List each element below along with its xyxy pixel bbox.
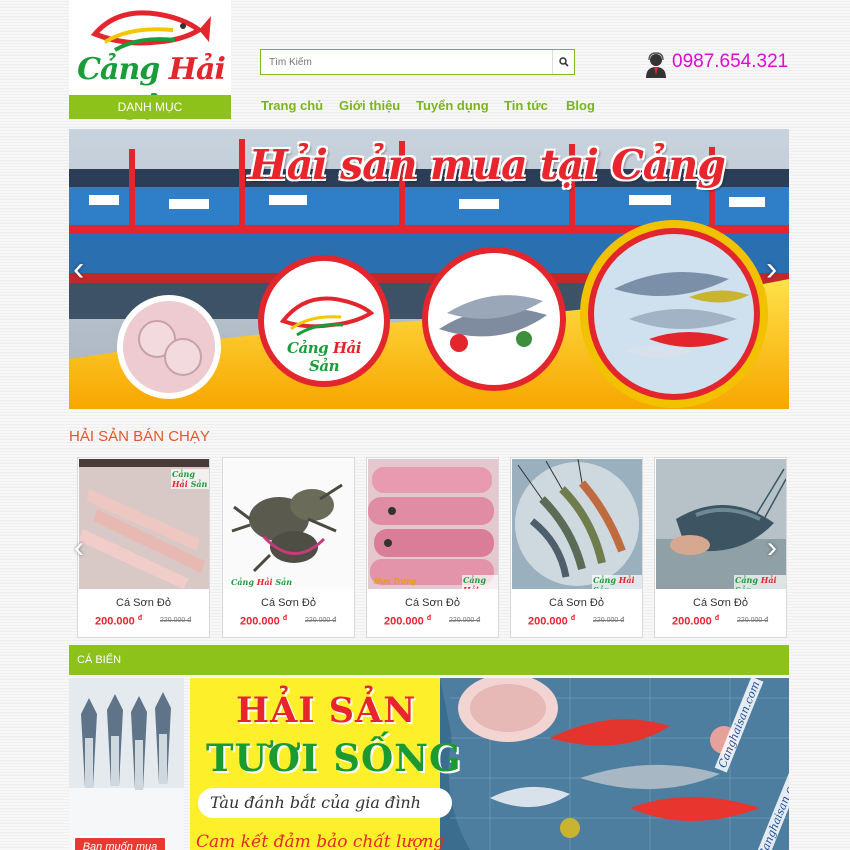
nav-item-about[interactable]: Giới thiệu	[339, 98, 400, 113]
bestsellers-title: HẢI SẢN BÁN CHẠY	[69, 428, 210, 445]
category-promo-banner[interactable]: HẢI SẢN TƯƠI SỐNG Tàu đánh bắt của gia đ…	[190, 678, 789, 850]
promo-subheadline: TƯƠI SỐNG	[206, 736, 462, 780]
product-name[interactable]: Cá Sơn Đỏ	[367, 597, 498, 609]
product-old-price: 220.000 đ	[593, 617, 625, 624]
product-card[interactable]: Cảng Hải Sản Cá Sơn Đỏ 200.000 đ 220.000…	[222, 457, 355, 638]
product-card[interactable]: Cảng Hải Sản Cá Sơn Đỏ 200.000 đ 220.000…	[510, 457, 643, 638]
category-menu-button[interactable]: DANH MỤC	[69, 95, 231, 119]
product-image[interactable]: Mực Trứng Cảng Hải Sản	[368, 459, 498, 589]
category-bar[interactable]: CÁ BIỂN	[69, 645, 789, 675]
product-name[interactable]: Cá Sơn Đỏ	[511, 597, 642, 609]
product-card[interactable]: Cảng Hải Sản Cá Sơn Đỏ 200.000 đ 220.000…	[77, 457, 210, 638]
nav-item-home[interactable]: Trang chủ	[261, 98, 323, 113]
product-name[interactable]: Cá Sơn Đỏ	[78, 597, 209, 609]
search-icon	[558, 57, 569, 67]
product-price: 200.000 đ	[528, 615, 576, 628]
banner-headline: Hải sản mua tại Cảng	[249, 141, 726, 189]
search-input[interactable]	[261, 50, 551, 74]
product-old-price: 220.000 đ	[737, 617, 769, 624]
product-old-price: 220.000 đ	[160, 617, 192, 624]
hotline-number[interactable]: 0987.654.321	[672, 50, 788, 74]
banner-prev-arrow[interactable]: ‹	[73, 249, 84, 289]
carousel-prev-arrow[interactable]: ‹	[74, 528, 84, 568]
search-box	[260, 49, 575, 75]
product-name[interactable]: Cá Sơn Đỏ	[655, 597, 786, 609]
product-watermark: Cảng Hải Sản	[230, 577, 294, 587]
product-name[interactable]: Cá Sơn Đỏ	[223, 597, 354, 609]
product-watermark: Cảng Hải Sản	[462, 575, 498, 589]
nav-item-careers[interactable]: Tuyển dụng	[416, 98, 489, 113]
promo-guarantee: Cam kết đảm bảo chất lượng	[196, 832, 445, 850]
product-watermark: Cảng Hải Sản	[171, 469, 209, 489]
search-button[interactable]	[552, 50, 574, 74]
bestsellers-carousel: Cảng Hải Sản Cá Sơn Đỏ 200.000 đ 220.000…	[77, 457, 787, 638]
product-image[interactable]: Cảng Hải Sản	[656, 459, 786, 589]
product-card[interactable]: Mực Trứng Cảng Hải Sản Cá Sơn Đỏ 200.000…	[366, 457, 499, 638]
product-price: 200.000 đ	[672, 615, 720, 628]
fish-logo-icon	[90, 10, 211, 52]
product-label: Mực Trứng	[374, 577, 417, 586]
nav-item-news[interactable]: Tin tức	[504, 98, 548, 113]
user-support-icon	[646, 52, 666, 78]
product-price: 200.000 đ	[95, 615, 143, 628]
hero-banner[interactable]: Hải sản mua tại Cảng Cảng Hải Sản ‹ ›	[69, 129, 789, 409]
product-watermark: Cảng Hải Sản	[592, 575, 642, 589]
banner-logo-text: Cảng Hải Sản	[287, 339, 361, 375]
promo-tagline: Tàu đánh bắt của gia đình	[198, 788, 452, 818]
carousel-next-arrow[interactable]: ›	[767, 528, 777, 568]
product-price: 200.000 đ	[384, 615, 432, 628]
product-image[interactable]: Cảng Hải Sản	[512, 459, 642, 589]
promo-headline: HẢI SẢN	[236, 690, 417, 731]
side-tag: Ban muốn mua	[73, 836, 167, 850]
site-logo[interactable]: Cảng Hải Sản	[69, 0, 231, 127]
nav-item-blog[interactable]: Blog	[566, 98, 595, 113]
product-image[interactable]: Cảng Hải Sản	[224, 459, 354, 589]
banner-next-arrow[interactable]: ›	[766, 249, 777, 289]
product-watermark: Cảng Hải Sản	[734, 575, 786, 589]
product-image[interactable]: Cảng Hải Sản	[79, 459, 209, 589]
category-side-image[interactable]: Ban muốn mua	[69, 678, 184, 850]
product-price: 200.000 đ	[240, 615, 288, 628]
product-old-price: 220.000 đ	[449, 617, 481, 624]
product-old-price: 220.000 đ	[305, 617, 337, 624]
